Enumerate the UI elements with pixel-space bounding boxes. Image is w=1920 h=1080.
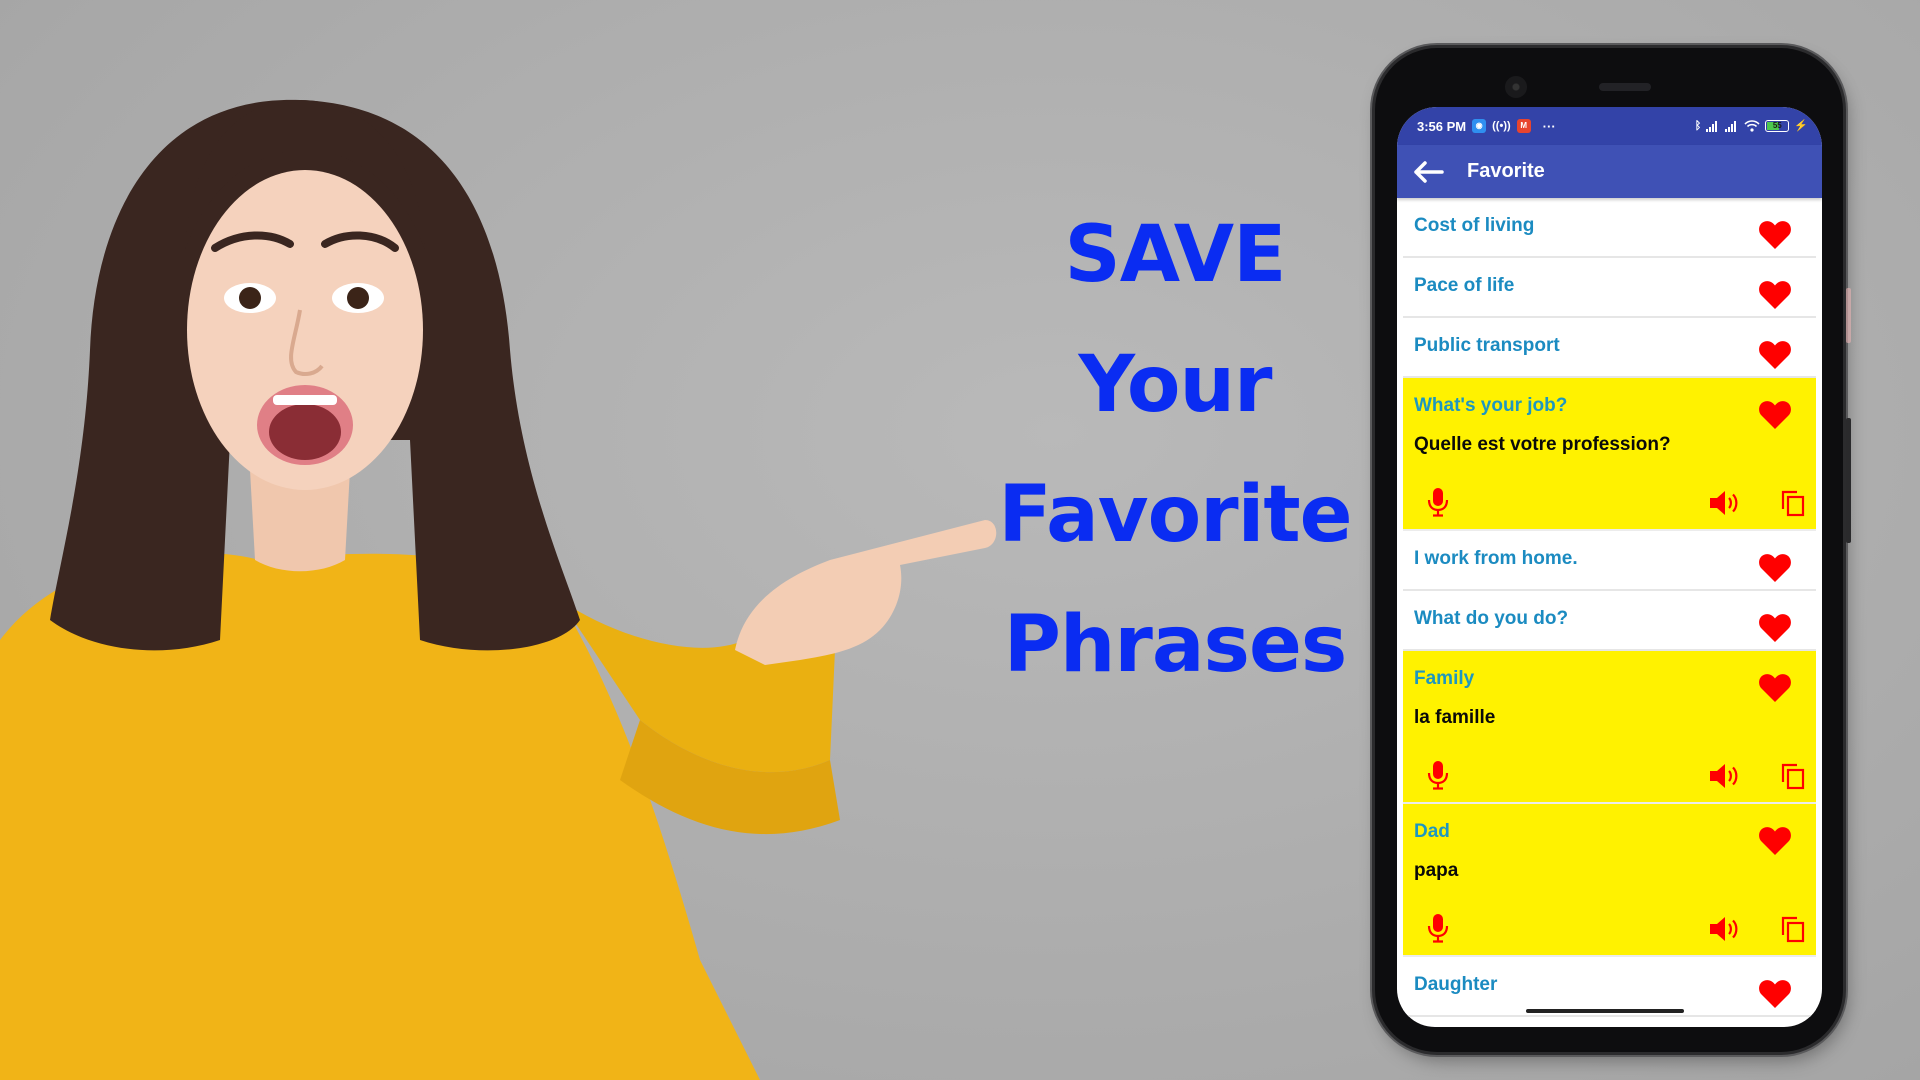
favorite-toggle-button[interactable]: [1758, 220, 1792, 250]
app-bar: Favorite: [1397, 145, 1822, 198]
headline-line: Favorite: [998, 470, 1352, 560]
favorites-list[interactable]: Cost of living Pace of life Public trans…: [1397, 198, 1822, 1017]
favorite-toggle-button[interactable]: [1758, 673, 1792, 703]
favorite-toggle-button[interactable]: [1758, 280, 1792, 310]
phrase-text: Daughter: [1414, 974, 1498, 995]
favorite-toggle-button[interactable]: [1758, 979, 1792, 1009]
power-button: [1846, 418, 1851, 543]
microphone-icon: [1427, 488, 1449, 517]
heart-icon: [1759, 341, 1791, 369]
bluetooth-icon: ᛒ: [1694, 120, 1702, 132]
phrase-text: Pace of life: [1414, 275, 1515, 296]
more-notifications-icon: ···: [1542, 118, 1556, 134]
phrase-text: Dad: [1414, 821, 1450, 842]
phrase-text: What do you do?: [1414, 608, 1569, 629]
eye-right: [347, 287, 369, 309]
hotspot-icon: ((•)): [1492, 120, 1511, 132]
favorite-item[interactable]: Public transport: [1403, 318, 1816, 378]
copy-icon: [1781, 916, 1805, 943]
copy-button[interactable]: [1780, 489, 1806, 517]
favorite-toggle-button[interactable]: [1758, 553, 1792, 583]
favorite-item[interactable]: I work from home.: [1403, 531, 1816, 591]
favorite-item[interactable]: Daughter: [1403, 957, 1816, 1017]
translation-text: la famille: [1414, 707, 1496, 728]
page-title: Favorite: [1467, 160, 1545, 182]
headline-line: Your: [1078, 340, 1273, 430]
translation-text: papa: [1414, 860, 1459, 881]
battery-level: 55: [1772, 121, 1782, 130]
favorite-item[interactable]: Pace of life: [1403, 258, 1816, 318]
volume-up-icon: [1710, 917, 1738, 941]
heart-icon: [1759, 554, 1791, 582]
volume-up-icon: [1710, 491, 1738, 515]
status-time: 3:56 PM: [1417, 118, 1467, 134]
favorite-toggle-button[interactable]: [1758, 613, 1792, 643]
phrase-text: What's your job?: [1414, 395, 1568, 416]
volume-button: [1846, 288, 1851, 343]
favorite-item[interactable]: Cost of living: [1403, 198, 1816, 258]
arrow-left-icon: [1414, 160, 1444, 183]
heart-icon: [1759, 614, 1791, 642]
play-audio-button[interactable]: [1708, 915, 1740, 943]
charging-icon: ⚡: [1794, 120, 1808, 132]
microphone-icon: [1427, 761, 1449, 790]
earpiece-speaker: [1599, 83, 1651, 91]
microphone-button[interactable]: [1425, 913, 1451, 943]
microphone-button[interactable]: [1425, 487, 1451, 517]
heart-icon: [1759, 674, 1791, 702]
heart-icon: [1759, 401, 1791, 429]
phrase-text: I work from home.: [1414, 548, 1578, 569]
favorite-toggle-button[interactable]: [1758, 400, 1792, 430]
battery-icon: 55: [1765, 120, 1790, 132]
status-bar: 3:56 PM ◉ ((•)) M ··· ᛒ 55 ⚡: [1397, 107, 1822, 145]
copy-button[interactable]: [1780, 915, 1806, 943]
microphone-icon: [1427, 914, 1449, 943]
pointing-hand: [735, 520, 997, 665]
headline-line: Phrases: [1003, 600, 1348, 690]
headline-line: SAVE: [1064, 210, 1287, 300]
favorite-item[interactable]: What's your job? Quelle est votre profes…: [1403, 378, 1816, 531]
signal-icon: [1725, 121, 1737, 132]
phone-screen: 3:56 PM ◉ ((•)) M ··· ᛒ 55 ⚡ Favorite Co…: [1397, 107, 1822, 1027]
translation-text: Quelle est votre profession?: [1414, 434, 1671, 455]
signal-icon: [1706, 121, 1718, 132]
front-camera: [1505, 76, 1527, 98]
app-notification-icon: ◉: [1472, 119, 1487, 133]
favorite-toggle-button[interactable]: [1758, 340, 1792, 370]
copy-icon: [1781, 763, 1805, 790]
favorite-item[interactable]: Family la famille: [1403, 651, 1816, 804]
heart-icon: [1759, 281, 1791, 309]
copy-icon: [1781, 490, 1805, 517]
heart-icon: [1759, 827, 1791, 855]
phrase-text: Family: [1414, 668, 1475, 689]
favorite-item[interactable]: What do you do?: [1403, 591, 1816, 651]
phrase-text: Cost of living: [1414, 215, 1535, 236]
microphone-button[interactable]: [1425, 760, 1451, 790]
wifi-icon: [1744, 120, 1760, 132]
app-notification-icon: M: [1516, 119, 1531, 133]
promo-person-illustration: [0, 99, 997, 1080]
promo-headline: SAVE Your Favorite Phrases: [990, 190, 1360, 710]
phone-frame: 3:56 PM ◉ ((•)) M ··· ᛒ 55 ⚡ Favorite Co…: [1375, 48, 1851, 1052]
play-audio-button[interactable]: [1708, 489, 1740, 517]
heart-icon: [1759, 221, 1791, 249]
favorite-toggle-button[interactable]: [1758, 826, 1792, 856]
home-indicator[interactable]: [1526, 1009, 1684, 1013]
favorite-item[interactable]: Dad papa: [1403, 804, 1816, 957]
play-audio-button[interactable]: [1708, 762, 1740, 790]
volume-up-icon: [1710, 764, 1738, 788]
back-button[interactable]: [1411, 154, 1447, 190]
copy-button[interactable]: [1780, 762, 1806, 790]
phrase-text: Public transport: [1414, 335, 1560, 356]
heart-icon: [1759, 980, 1791, 1008]
eye-left: [239, 287, 261, 309]
